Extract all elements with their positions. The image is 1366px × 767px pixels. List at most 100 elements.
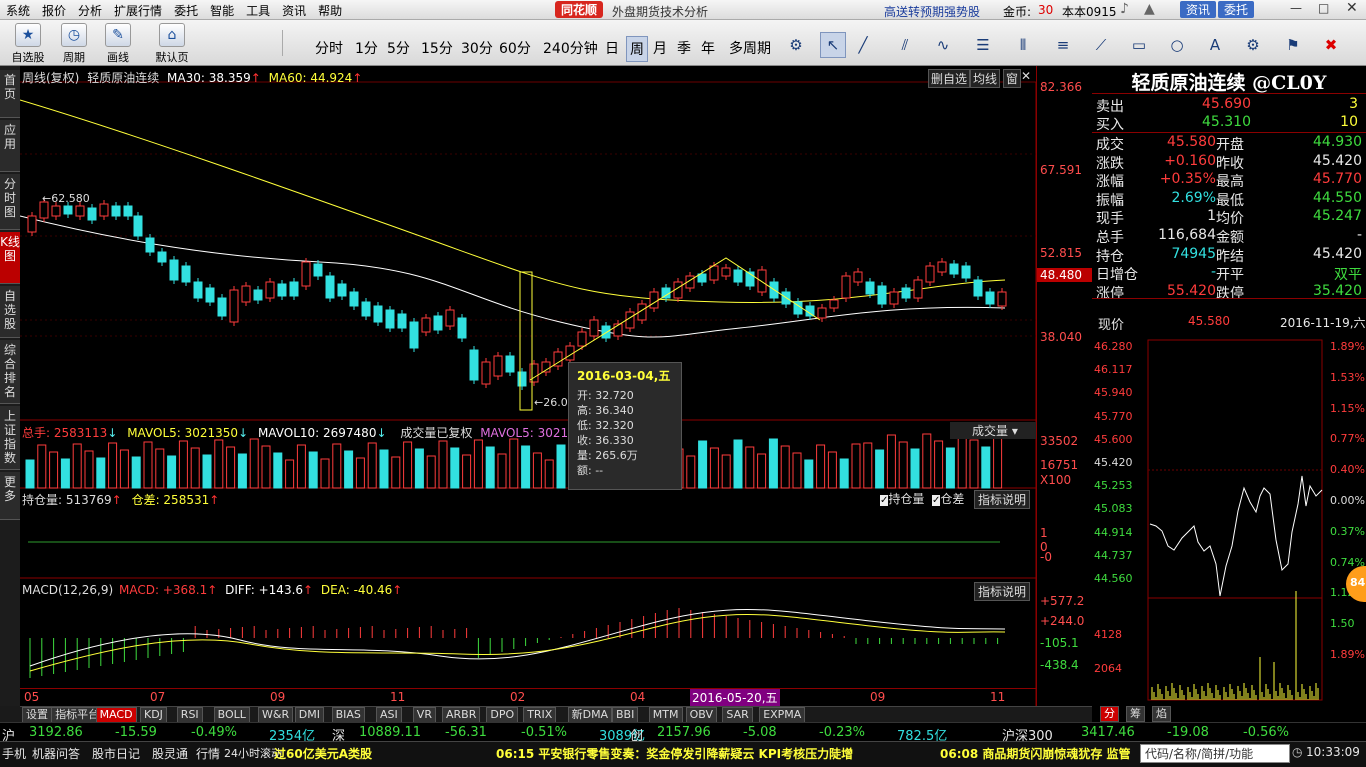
period-11[interactable]: 年 <box>698 36 718 60</box>
indicator-tab-3[interactable]: KDJ <box>140 707 167 723</box>
indicator-tab-7[interactable]: DMI <box>294 707 325 723</box>
ellipse-tool-icon[interactable]: ○ <box>1164 32 1190 58</box>
period-9[interactable]: 月 <box>650 36 670 60</box>
mini-tab-yan[interactable]: 焰 <box>1152 706 1171 722</box>
period-button[interactable]: ◷ 周期 <box>56 22 92 64</box>
indicator-tab-0[interactable]: 设置 <box>22 707 52 723</box>
indicator-tab-4[interactable]: RSI <box>176 707 203 723</box>
indicator-tab-16[interactable]: MTM <box>648 707 683 723</box>
rect-tool-icon[interactable]: ▭ <box>1126 32 1152 58</box>
oi-checkbox-1[interactable]: ✓持仓量 <box>880 490 924 507</box>
menu-trade[interactable]: 委托 <box>168 0 204 21</box>
trade-button[interactable]: 委托 <box>1218 1 1255 18</box>
menu-extended[interactable]: 扩展行情 <box>108 0 168 21</box>
period-2[interactable]: 5分 <box>384 36 413 60</box>
ma-button[interactable]: 均线 <box>970 69 1001 88</box>
news-ticker-2[interactable]: 06:15 平安银行零售变奏：奖金停发引降薪疑云 KPI考核压力陡增 <box>496 745 853 762</box>
period-12[interactable]: 多周期 <box>726 36 774 60</box>
tab-apps[interactable]: 应用 <box>0 120 20 172</box>
zixuan-button[interactable]: ★ 自选股 <box>8 22 48 64</box>
menu-system[interactable]: 系统 <box>0 0 36 21</box>
indicator-tab-17[interactable]: OBV <box>685 707 717 723</box>
tab-ranking[interactable]: 综合排名 <box>0 340 20 404</box>
period-1[interactable]: 1分 <box>352 36 381 60</box>
tab-watchlist[interactable]: 自选股 <box>0 286 20 338</box>
kline-svg[interactable] <box>19 66 1037 706</box>
wave-tool-icon[interactable]: ∿ <box>930 32 956 58</box>
settings-gear-icon[interactable]: ⚙ <box>783 32 809 58</box>
menu-analysis[interactable]: 分析 <box>72 0 108 21</box>
parallel-line-icon[interactable]: ⫽ <box>892 32 918 58</box>
menu-smart[interactable]: 智能 <box>204 0 240 21</box>
period-6[interactable]: 240分钟 <box>540 36 601 60</box>
bars-tool-icon[interactable]: ⦀ <box>1010 32 1036 58</box>
status-item-2[interactable]: 股市日记 <box>92 745 140 762</box>
news-ticker-1[interactable]: 过60亿美元A类股 <box>274 745 372 762</box>
oi-help-button[interactable]: 指标说明 <box>974 490 1031 509</box>
promo-link[interactable]: 高送转预期强势股 <box>884 3 980 20</box>
macd-help-button[interactable]: 指标说明 <box>974 582 1031 601</box>
maximize-icon[interactable]: □ <box>1318 1 1329 15</box>
line-tool-icon[interactable]: ╱ <box>850 32 876 58</box>
tab-sh-index[interactable]: 上证指数 <box>0 406 20 470</box>
search-input[interactable]: 代码/名称/简拼/功能 <box>1140 744 1290 763</box>
indicator-tab-14[interactable]: 新DMA <box>567 707 613 723</box>
indicator-tab-13[interactable]: TRIX <box>523 707 557 723</box>
indicator-tab-12[interactable]: DPO <box>486 707 519 723</box>
window-button[interactable]: 窗 <box>1003 69 1022 88</box>
user-name[interactable]: 本本0915 <box>1062 3 1117 20</box>
indicator-tab-2[interactable]: MACD <box>95 707 137 723</box>
fib-tool-icon[interactable]: ☰ <box>970 32 996 58</box>
indicator-tab-18[interactable]: SAR <box>722 707 753 723</box>
bell-icon[interactable]: ♪ <box>1120 1 1129 17</box>
indicator-tab-6[interactable]: W&R <box>258 707 294 723</box>
menu-info[interactable]: 资讯 <box>276 0 312 21</box>
window-close-icon[interactable]: ✕ <box>1021 69 1031 83</box>
tab-timeshare[interactable]: 分时图 <box>0 174 20 230</box>
mini-tab-chou[interactable]: 筹 <box>1126 706 1145 722</box>
indicator-tab-8[interactable]: BIAS <box>331 707 365 723</box>
status-item-4[interactable]: 行情 <box>196 745 220 762</box>
period-4[interactable]: 30分 <box>458 36 496 60</box>
bookmark-icon[interactable]: ⚑ <box>1280 32 1306 58</box>
period-8[interactable]: 周 <box>626 36 648 62</box>
channel-tool-icon[interactable]: ≡ <box>1050 32 1076 58</box>
indicator-tab-9[interactable]: ASI <box>376 707 402 723</box>
draw-button[interactable]: ✎ 画线 <box>100 22 136 64</box>
kline-chart-area[interactable]: 周线(复权) 轻质原油连续 MA30: 38.359↑ MA60: 44.924… <box>19 66 1092 706</box>
period-3[interactable]: 15分 <box>418 36 456 60</box>
indicator-tab-5[interactable]: BOLL <box>213 707 250 723</box>
news-ticker-3[interactable]: 06:08 商品期货闪崩惊魂犹存 监管 <box>940 745 1131 762</box>
delete-watch-button[interactable]: 删自选 <box>928 69 971 88</box>
period-7[interactable]: 日 <box>602 36 622 60</box>
oi-checkbox-2[interactable]: ✓仓差 <box>932 490 964 507</box>
cursor-icon[interactable]: ↖ <box>820 32 846 58</box>
mini-tab-fen[interactable]: 分 <box>1100 706 1119 722</box>
gann-tool-icon[interactable]: ⟋ <box>1088 32 1114 58</box>
tab-kline[interactable]: K线图 <box>0 232 20 284</box>
default-page-button[interactable]: ⌂ 默认页 <box>152 22 192 64</box>
close-icon[interactable]: ✕ <box>1346 0 1358 16</box>
period-0[interactable]: 分时 <box>312 36 346 60</box>
period-5[interactable]: 60分 <box>496 36 534 60</box>
indicator-tab-11[interactable]: ARBR <box>442 707 481 723</box>
tab-home[interactable]: 首页 <box>0 70 20 118</box>
indicator-tab-15[interactable]: BBI <box>612 707 639 723</box>
text-tool-icon[interactable]: A <box>1202 32 1228 58</box>
menu-help[interactable]: 帮助 <box>312 0 348 21</box>
draw-settings-icon[interactable]: ⚙ <box>1240 32 1266 58</box>
menu-tools[interactable]: 工具 <box>240 0 276 21</box>
status-item-3[interactable]: 股灵通 <box>152 745 188 762</box>
indicator-tab-19[interactable]: EXPMA <box>759 707 806 723</box>
menu-quote[interactable]: 报价 <box>36 0 72 21</box>
volume-dropdown[interactable]: 成交量 ▾ <box>950 422 1036 439</box>
tab-more[interactable]: 更多 <box>0 472 20 520</box>
period-10[interactable]: 季 <box>674 36 694 60</box>
status-item-1[interactable]: 机器问答 <box>32 745 80 762</box>
news-button[interactable]: 资讯 <box>1180 1 1217 18</box>
indicator-tab-10[interactable]: VR <box>412 707 436 723</box>
shirt-icon[interactable]: ▲ <box>1144 1 1155 17</box>
minimize-icon[interactable]: — <box>1290 1 1302 15</box>
delete-drawing-icon[interactable]: ✖ <box>1318 32 1344 58</box>
status-item-0[interactable]: 手机 <box>2 745 26 762</box>
